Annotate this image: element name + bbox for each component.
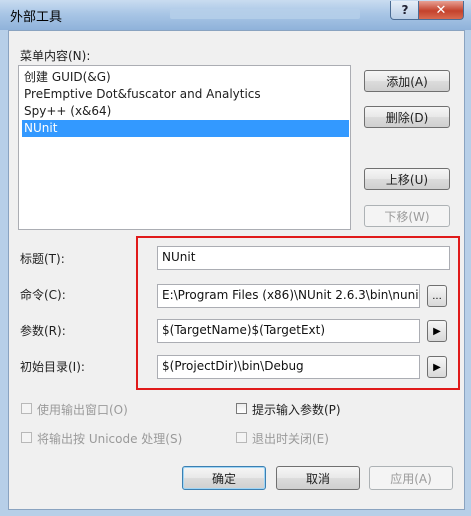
arguments-label: 参数(R):: [20, 324, 66, 338]
list-item[interactable]: PreEmptive Dot&fuscator and Analytics: [22, 86, 349, 103]
prompt-for-arguments-checkbox[interactable]: [236, 403, 247, 414]
apply-button[interactable]: 应用(A): [369, 466, 453, 490]
close-on-exit-checkbox[interactable]: [236, 432, 247, 443]
menu-contents-label: 菜单内容(N):: [20, 49, 91, 63]
prompt-for-arguments-label: 提示输入参数(P): [252, 403, 341, 417]
use-output-window-label: 使用输出窗口(O): [37, 403, 128, 417]
cancel-button[interactable]: 取消: [276, 466, 360, 490]
initial-directory-label: 初始目录(I):: [20, 360, 85, 374]
unicode-output-checkbox[interactable]: [21, 432, 32, 443]
command-label: 命令(C):: [20, 288, 66, 302]
list-item-selected[interactable]: NUnit: [22, 120, 349, 137]
annotation-highlight-box: [136, 236, 460, 390]
list-item[interactable]: 创建 GUID(&G): [22, 69, 349, 86]
move-up-button[interactable]: 上移(U): [364, 168, 450, 190]
unicode-output-label: 将输出按 Unicode 处理(S): [37, 432, 183, 446]
close-button[interactable]: ✕: [418, 1, 464, 20]
menu-contents-list[interactable]: 创建 GUID(&G) PreEmptive Dot&fuscator and …: [18, 65, 351, 230]
list-item[interactable]: Spy++ (x&64): [22, 103, 349, 120]
use-output-window-checkbox[interactable]: [21, 403, 32, 414]
background-window-title: [170, 9, 360, 19]
add-button[interactable]: 添加(A): [364, 70, 450, 92]
window-title: 外部工具: [10, 10, 63, 25]
title-label: 标题(T):: [20, 252, 65, 266]
close-on-exit-label: 退出时关闭(E): [252, 432, 329, 446]
ok-button[interactable]: 确定: [182, 466, 266, 490]
move-down-button[interactable]: 下移(W): [364, 205, 450, 227]
help-button[interactable]: ?: [390, 1, 420, 20]
delete-button[interactable]: 删除(D): [364, 106, 450, 128]
